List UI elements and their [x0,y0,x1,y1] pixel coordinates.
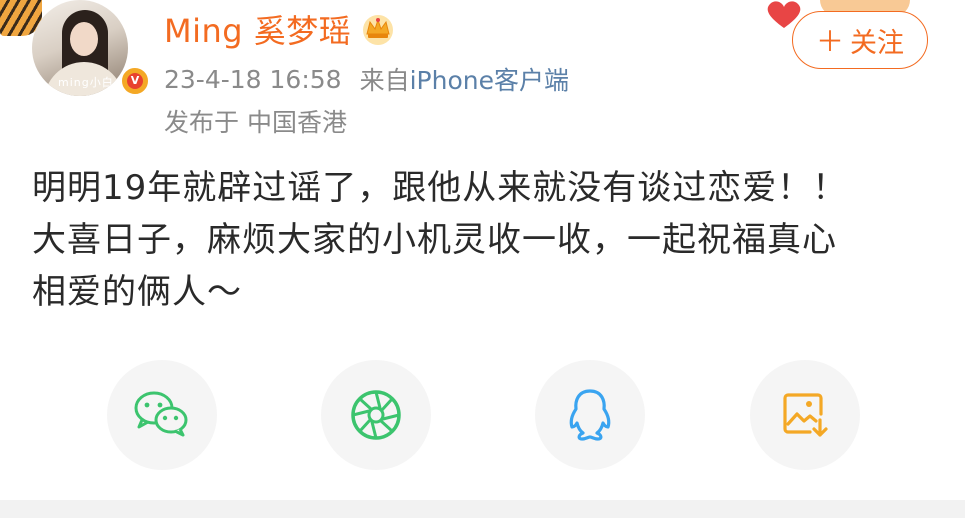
qq-icon [569,389,611,441]
save-image-button[interactable] [750,360,860,470]
client-link[interactable]: iPhone客户端 [410,61,569,97]
post-line: 明明19年就辟过谣了，跟他从来就没有谈过恋爱！！ [32,168,848,208]
bottom-divider [0,500,965,518]
post-meta: 23-4-18 16:58 来自 iPhone客户端 [164,61,569,97]
avatar[interactable]: ming小白 [32,0,128,96]
post-content: 明明19年就辟过谣了，跟他从来就没有谈过恋爱！！ 大喜日子，麻烦大家的小机灵收一… [32,162,932,318]
post-line: 相爱的俩人～ [32,272,242,312]
follow-button[interactable]: ＋ 关注 [792,11,928,69]
follow-label: 关注 [850,27,904,59]
post-time: 23-4-18 16:58 [164,64,342,94]
post-location: 发布于 中国香港 [164,108,347,137]
wechat-icon [134,391,188,437]
author-avatar[interactable]: ming小白 V [22,0,150,110]
save-image-icon [783,393,828,437]
plus-icon: ＋ [815,25,844,58]
moments-icon [351,390,401,440]
share-moments-button[interactable] [321,360,431,470]
crown-icon [363,15,394,45]
verified-badge-icon: V [120,66,150,96]
username-row: Ming 奚梦瑶 [164,6,395,52]
post-line: 大喜日子，麻烦大家的小机灵收一收，一起祝福真心 [32,220,837,260]
author-name[interactable]: Ming 奚梦瑶 [164,6,351,52]
share-qq-button[interactable] [535,360,645,470]
source-prefix: 来自 [359,66,410,95]
avatar-tag: ming小白 [58,76,114,89]
share-wechat-button[interactable] [107,360,217,470]
share-bar [0,360,965,472]
